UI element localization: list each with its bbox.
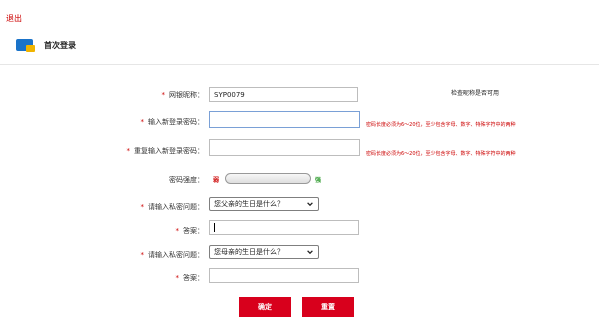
nickname-input[interactable]: SYP0079 <box>209 87 358 102</box>
confirm-button[interactable]: 确定 <box>239 297 291 317</box>
question1-label: * 请输入私密问题： <box>140 203 205 211</box>
new-password-error: 密码长度必须为6～20位，至少包含字母、数字、特殊字符中的两种 <box>366 122 516 128</box>
strength-label: 密码强度： <box>169 176 204 184</box>
reset-button[interactable]: 重置 <box>302 297 354 317</box>
nickname-label: * 网银昵称： <box>161 91 205 99</box>
answer1-label: * 答案： <box>175 227 205 235</box>
answer2-label: * 答案： <box>175 274 205 282</box>
page-header: 首次登录 <box>16 36 76 54</box>
chevron-down-icon <box>307 202 313 207</box>
text-cursor <box>214 223 215 232</box>
strength-strong-label: 强 <box>315 177 322 184</box>
confirm-password-input[interactable] <box>209 139 360 156</box>
login-monitor-icon <box>16 38 36 53</box>
question1-value: 您父亲的生日是什么？ <box>214 200 284 208</box>
confirm-password-label: * 重复输入新登录密码： <box>126 147 205 155</box>
password-strength-bar <box>225 173 311 184</box>
answer2-input[interactable] <box>209 268 359 283</box>
question1-select[interactable]: 您父亲的生日是什么？ <box>209 197 319 211</box>
answer1-input[interactable] <box>209 220 359 235</box>
question2-select[interactable]: 您母亲的生日是什么？ <box>209 245 319 259</box>
question2-value: 您母亲的生日是什么？ <box>214 248 284 256</box>
header-divider <box>0 64 599 65</box>
new-password-label: * 输入新登录密码： <box>140 118 205 126</box>
chevron-down-icon <box>307 250 313 255</box>
question2-label: * 请输入私密问题： <box>140 251 205 259</box>
confirm-password-error: 密码长度必须为6～20位，至少包含字母、数字、特殊字符中的两种 <box>366 151 516 157</box>
nickname-check-hint[interactable]: 检查昵称是否可用 <box>451 88 499 97</box>
page-title: 首次登录 <box>44 40 76 50</box>
new-password-input[interactable] <box>209 111 360 128</box>
strength-weak-label: 弱 <box>213 177 220 184</box>
logout-link[interactable]: 退出 <box>6 13 22 24</box>
